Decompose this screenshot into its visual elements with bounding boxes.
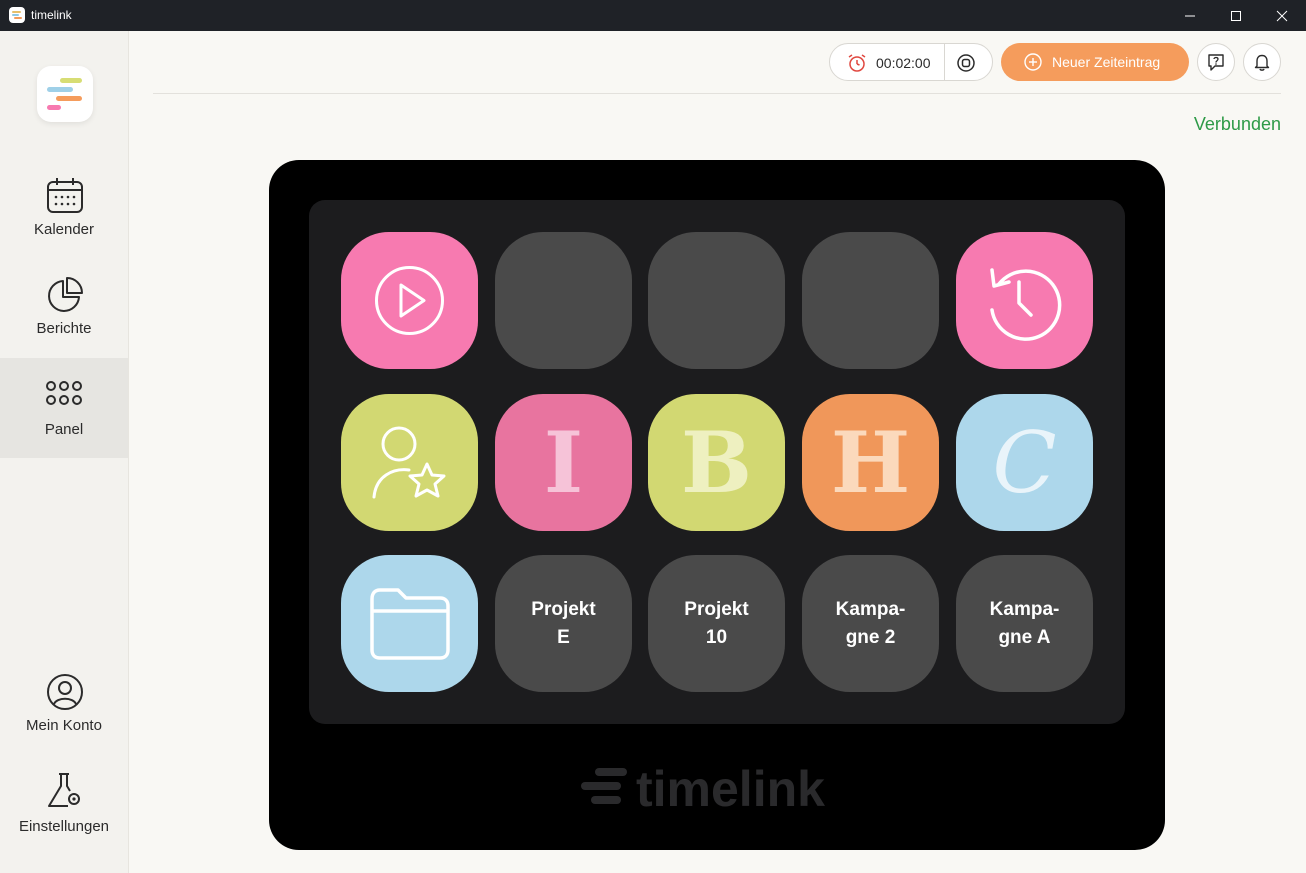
key-empty[interactable] <box>648 232 785 369</box>
brand-wordmark: timelink <box>636 761 825 817</box>
timer-widget: 00:02:00 <box>829 43 993 81</box>
sidebar: Kalender Berichte Panel Mein Konto Einst… <box>0 31 129 873</box>
timer-divider <box>944 44 945 80</box>
timer-value: 00:02:00 <box>876 55 931 71</box>
maximize-icon[interactable] <box>1213 0 1259 31</box>
sidebar-item-berichte[interactable]: Berichte <box>0 258 128 358</box>
sidebar-item-mein-konto[interactable]: Mein Konto <box>0 655 128 755</box>
new-entry-label: Neuer Zeiteintrag <box>1052 54 1161 70</box>
key-play[interactable] <box>341 232 478 369</box>
plus-circle-icon <box>1024 53 1042 71</box>
calendar-icon <box>47 178 83 213</box>
sidebar-item-label: Kalender <box>33 221 95 238</box>
sidebar-item-kalender[interactable]: Kalender <box>0 159 128 259</box>
key-history[interactable] <box>956 232 1093 369</box>
key-letter: C <box>992 413 1057 512</box>
pie-chart-icon <box>48 277 83 312</box>
help-button[interactable] <box>1197 43 1235 81</box>
close-icon[interactable] <box>1259 0 1305 31</box>
new-entry-button[interactable]: Neuer Zeiteintrag <box>1001 43 1189 81</box>
flask-gear-icon <box>48 773 80 807</box>
user-star-icon <box>372 426 446 499</box>
key-favorite-user[interactable] <box>341 394 478 531</box>
help-chat-icon <box>1208 54 1224 71</box>
key-label: Projekt 10 <box>684 598 749 648</box>
key-letter: H <box>830 413 911 512</box>
device-brand-logo: timelink <box>581 761 861 817</box>
header-divider <box>153 93 1281 94</box>
key-projekt-10[interactable]: Projekt 10 <box>648 555 785 692</box>
key-kampagne-2[interactable]: Kampa- gne 2 <box>802 555 939 692</box>
key-letter-i[interactable]: I <box>495 394 632 531</box>
stream-deck-device: I B H C Projekt E Projekt 10 Kampa- gne … <box>269 160 1165 850</box>
history-icon <box>990 268 1062 341</box>
key-label: Kampa- gne 2 <box>835 598 906 648</box>
key-folder[interactable] <box>341 555 478 692</box>
key-letter-b[interactable]: B <box>648 394 785 531</box>
sidebar-item-label: Mein Konto <box>26 717 102 734</box>
stop-icon[interactable] <box>956 53 976 73</box>
bell-icon <box>1254 54 1270 71</box>
key-letter-h[interactable]: H <box>802 394 939 531</box>
key-label: Projekt E <box>531 598 596 648</box>
sidebar-item-panel[interactable]: Panel <box>0 358 128 458</box>
alarm-clock-icon <box>848 54 866 72</box>
connection-status: Verbunden <box>1193 114 1281 134</box>
key-panel: I B H C Projekt E Projekt 10 Kampa- gne … <box>309 200 1125 724</box>
key-empty[interactable] <box>802 232 939 369</box>
app-logo[interactable] <box>37 66 93 122</box>
minimize-icon[interactable] <box>1167 0 1213 31</box>
notifications-button[interactable] <box>1243 43 1281 81</box>
grid-icon <box>46 381 82 405</box>
key-projekt-e[interactable]: Projekt E <box>495 555 632 692</box>
key-kampagne-a[interactable]: Kampa- gne A <box>956 555 1093 692</box>
title-bar: timelink <box>0 0 1306 31</box>
sidebar-item-label: Einstellungen <box>18 818 110 835</box>
sidebar-item-label: Panel <box>44 421 84 438</box>
key-label: Kampa- gne A <box>989 598 1060 648</box>
window-title: timelink <box>31 8 72 22</box>
key-letter: B <box>681 413 752 512</box>
key-letter-c[interactable]: C <box>956 394 1093 531</box>
sidebar-item-einstellungen[interactable]: Einstellungen <box>0 754 128 854</box>
sidebar-item-label: Berichte <box>36 320 92 337</box>
key-empty[interactable] <box>495 232 632 369</box>
key-letter: I <box>543 413 584 512</box>
app-logo-icon <box>9 7 25 23</box>
play-icon <box>375 266 444 335</box>
folder-icon <box>370 588 450 660</box>
user-icon <box>47 674 83 710</box>
